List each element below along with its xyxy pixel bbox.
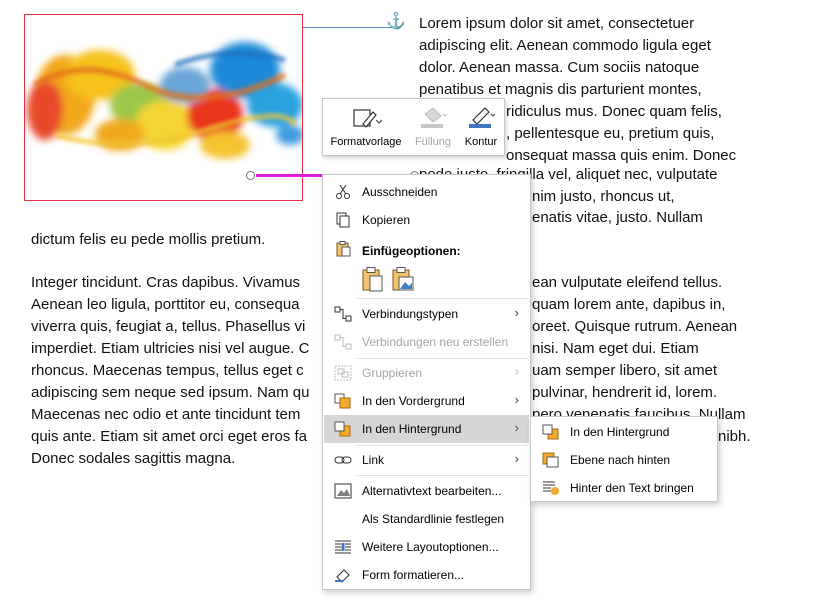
text-line: Donec sodales sagittis magna. [31,450,236,467]
menu-item-label: Hinter den Text bringen [570,481,694,495]
text-line: adipiscing elit. Aenean commodo ligula e… [419,37,711,54]
fill-bucket-icon [421,107,448,128]
menu-item-more-layout-options[interactable]: Weitere Layoutoptionen... [324,533,529,561]
fill-label: Füllung [414,136,452,148]
anchor-icon: ⚓ [386,13,406,30]
menu-item-bring-forward[interactable]: In den Vordergrund › [324,387,529,415]
menu-item-label: Alternativtext bearbeiten... [362,484,502,498]
style-icon [353,109,382,128]
outline-button[interactable]: Kontur [459,99,503,155]
menu-item-label: Kopieren [362,213,411,227]
text-line: dolor. Aenean massa. Cum sociis natoque [419,59,700,76]
outline-pen-icon [469,107,496,128]
menu-item-label: Gruppieren [362,366,423,380]
style-label: Formatvorlage [330,136,402,148]
outline-label: Kontur [464,136,498,148]
chevron-right-icon: › [514,305,519,320]
text-line: ean vulputate eleifend tellus. [532,274,723,291]
send-backward-icon [334,421,351,437]
paste-keep-format-icon[interactable] [361,267,385,293]
text-line: enatis vitae, justo. Nullam [532,209,703,226]
menu-item-label: Ausschneiden [362,185,438,199]
chevron-right-icon: › [514,364,519,379]
layout-options-icon [335,540,351,554]
send-backward-one-icon [542,452,559,468]
menu-item-send-backward[interactable]: In den Hintergrund › [324,415,529,443]
text-line: oreet. Quisque rutrum. Aenean [532,318,738,335]
menu-item-label: Form formatieren... [362,568,465,582]
submenu-item-send-backward[interactable]: Ebene nach hinten [532,446,716,474]
format-shape-icon [335,569,350,583]
bring-forward-icon [334,393,351,409]
ink-splash-image[interactable] [24,14,303,201]
menu-item-set-default-line[interactable]: Als Standardlinie festlegen [324,505,529,533]
text-line: nibh. [718,428,751,445]
text-line: quam lorem ante, dapibus in, [532,296,726,313]
text-line: viverra quis, feugiat a, tellus. Phasell… [31,318,306,335]
style-button[interactable]: Formatvorlage [327,99,405,155]
link-icon [334,456,352,464]
text-line: rhoncus. Maecenas tempus, tellus eget c [31,362,304,379]
text-line: ridiculus mus. Donec quam felis, [506,103,722,120]
connector-types-icon [334,306,352,322]
submenu-item-behind-text[interactable]: Hinter den Text bringen [532,474,716,502]
paste-as-picture-icon[interactable] [391,267,415,293]
menu-item-reroute-connectors: Verbindungen neu erstellen [324,328,529,356]
copy-icon [336,212,350,228]
menu-item-copy[interactable]: Kopieren [324,206,529,234]
menu-item-label: Ebene nach hinten [570,453,671,467]
menu-item-label: In den Hintergrund [570,425,670,439]
send-backward-submenu: In den Hintergrund Ebene nach hinten Hin… [530,416,718,502]
menu-item-group: Gruppieren › [324,359,529,387]
menu-item-label: Weitere Layoutoptionen... [362,540,499,554]
text-line: Lorem ipsum dolor sit amet, consectetuer [419,15,695,32]
text-line: dictum felis eu pede mollis pretium. [31,231,266,248]
text-line: , pellentesque eu, pretium quis, [506,125,715,142]
scissors-icon [336,184,350,199]
menu-item-connector-types[interactable]: Verbindungstypen › [324,300,529,328]
alt-text-icon [334,483,352,499]
connector-start-handle[interactable] [246,171,255,180]
fill-button[interactable]: Füllung [409,99,457,155]
menu-item-label: In den Vordergrund [362,394,465,408]
menu-item-label: Als Standardlinie festlegen [362,512,505,526]
menu-item-format-shape[interactable]: Form formatieren... [324,561,529,589]
text-line: Aenean leo ligula, porttitor eu, consequ… [31,296,300,313]
text-line: uam semper libero, sit amet [532,362,718,379]
chevron-right-icon: › [514,420,519,435]
group-icon [334,365,352,381]
text-line: Maecenas nec odio et ante tincidunt tem [31,406,301,423]
text-line: nisi. Nam eget dui. Etiam [532,340,699,357]
chevron-right-icon: › [514,451,519,466]
reroute-icon [334,334,352,350]
menu-item-label: Verbindungen neu erstellen [362,335,509,349]
send-to-back-icon [542,424,559,440]
anchor-line [303,27,393,28]
text-line: pulvinar, hendrerit id, lorem. [532,384,718,401]
menu-item-edit-alt-text[interactable]: Alternativtext bearbeiten... [324,477,529,505]
text-line: adipiscing sem neque sed ipsum. Nam qu [31,384,310,401]
menu-item-label: Link [362,453,385,467]
submenu-item-send-to-back[interactable]: In den Hintergrund [532,418,716,446]
text-line: quis ante. Etiam sit amet orci eget eros… [31,428,307,445]
menu-item-label: In den Hintergrund [362,422,462,436]
mini-toolbar: Formatvorlage Füllung Kontur [322,98,505,156]
menu-item-cut[interactable]: Ausschneiden [324,178,529,206]
text-line: Integer tincidunt. Cras dapibus. Vivamus [31,274,301,291]
text-line: imperdiet. Etiam ultricies nisi vel augu… [31,340,310,357]
menu-item-link[interactable]: Link › [324,446,529,474]
paste-options-label: Einfügeoptionen: [362,244,461,258]
behind-text-icon [543,481,559,495]
menu-item-label: Verbindungstypen [362,307,459,321]
chevron-right-icon: › [514,392,519,407]
context-menu: Ausschneiden Kopieren Einfügeoptionen: V… [322,174,531,590]
clipboard-icon [336,241,351,257]
menu-separator [357,475,528,476]
text-line: nim justo, rhoncus ut, [532,188,675,205]
menu-separator [357,298,528,299]
